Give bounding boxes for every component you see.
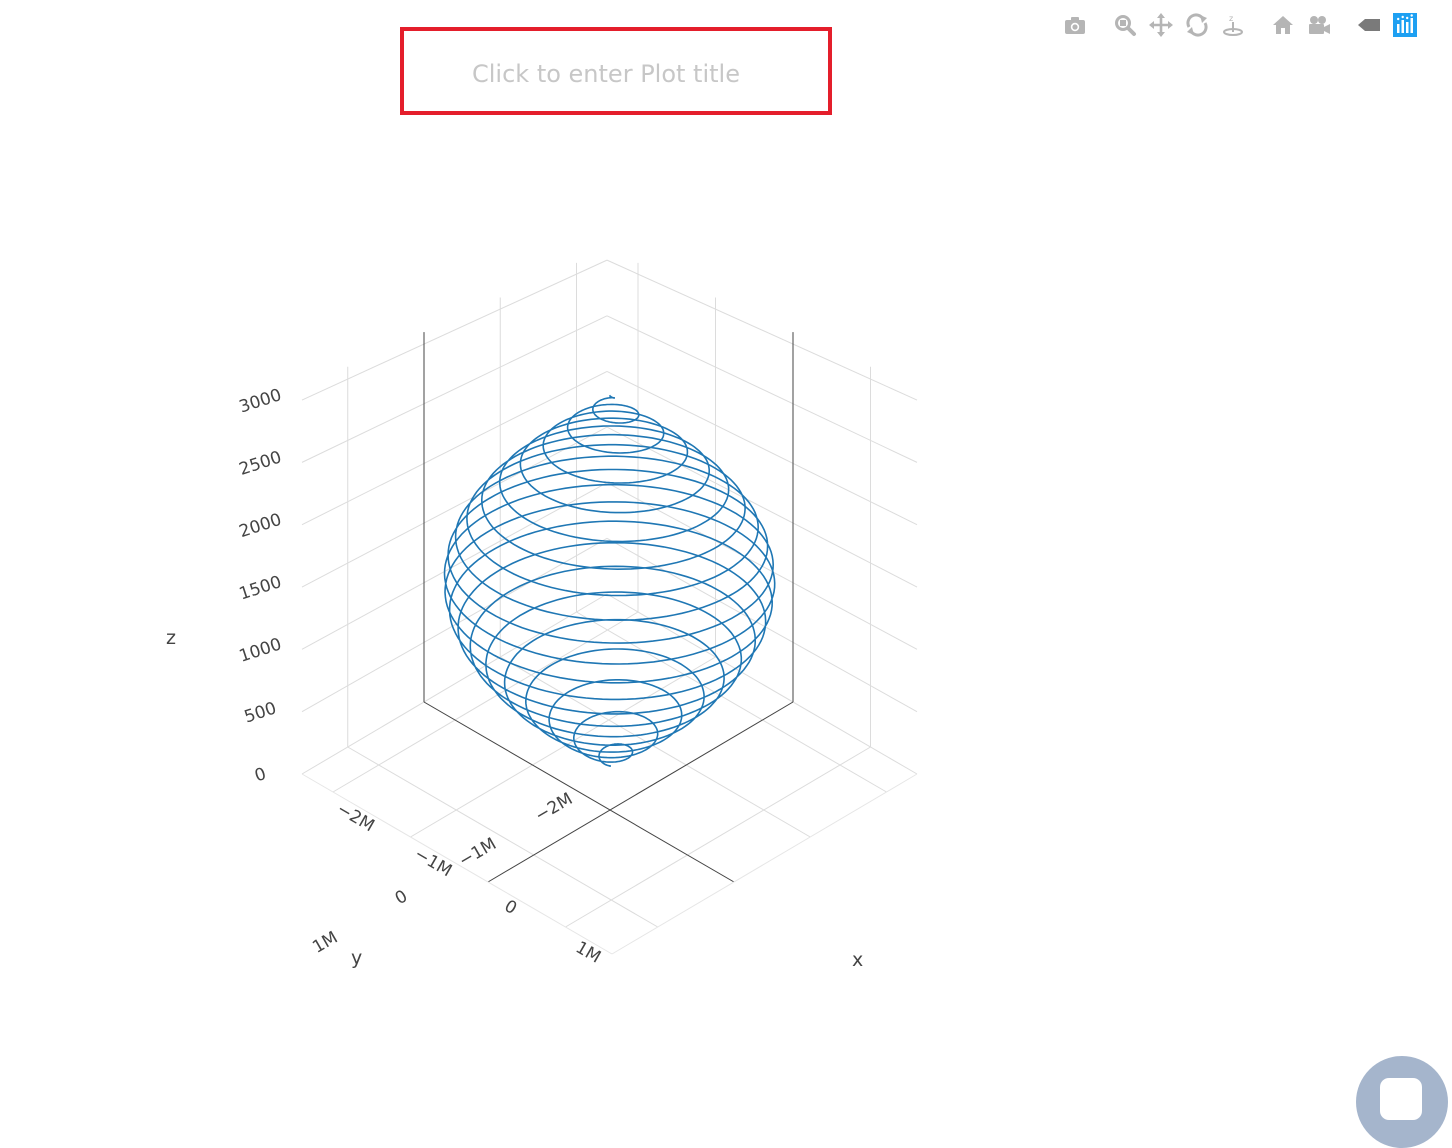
z-tick-label: 1000 (237, 634, 284, 666)
z-tick-label: 0 (252, 764, 268, 786)
z-tick-label: 2000 (237, 510, 284, 542)
turntable-rotation-icon: z (1223, 14, 1243, 36)
y-tick-label: −1M (456, 834, 500, 871)
wall-grid-line (301, 259, 608, 401)
x-tick-label: 1M (572, 938, 604, 968)
hover-toggle-button[interactable] (1354, 10, 1384, 40)
box-edge (611, 773, 918, 955)
tick-labels: −2M−1M01M−2M−1M01M0500100015002000250030… (237, 385, 604, 968)
plotly-logo-button[interactable] (1390, 10, 1420, 40)
plot-title-box[interactable]: Click to enter Plot title (400, 27, 832, 115)
zoom-button[interactable] (1110, 10, 1140, 40)
z-tick-label: 1500 (237, 572, 284, 604)
x-zero-line (487, 701, 794, 883)
y-tick-label: 1M (309, 928, 341, 958)
hover-toggle-icon (1358, 19, 1380, 31)
zoom-icon (1115, 15, 1136, 36)
grid-lines (301, 259, 918, 955)
orbit-rotation-button[interactable] (1182, 10, 1212, 40)
z-axis-label: z (166, 627, 176, 649)
x-axis-label: x (852, 949, 863, 971)
spiral-line (443, 394, 776, 767)
pan-icon (1149, 13, 1173, 37)
turntable-rotation-button[interactable]: z (1218, 10, 1248, 40)
z-tick-label: 3000 (237, 385, 284, 417)
home-button[interactable] (1268, 10, 1298, 40)
pan-button[interactable] (1146, 10, 1176, 40)
z-tick-label: 2500 (237, 447, 284, 479)
home-icon (1273, 16, 1293, 34)
camera-view-button[interactable] (1304, 10, 1334, 40)
x-tick-label: 0 (501, 896, 520, 919)
orbit-rotation-icon (1186, 13, 1208, 37)
spiral-series (443, 394, 776, 767)
plot-3d-scene[interactable]: −2M−1M01M−2M−1M01M0500100015002000250030… (0, 0, 1452, 1104)
svg-text:z: z (1229, 14, 1233, 23)
camera-view-icon (1309, 16, 1330, 34)
y-tick-label: 0 (392, 886, 411, 909)
floor-grid-line (347, 746, 659, 928)
plotly-logo-icon (1393, 13, 1417, 37)
plot-title-placeholder: Click to enter Plot title (472, 60, 740, 88)
wall-grid-line (606, 259, 918, 401)
z-tick-label: 500 (242, 698, 279, 727)
y-axis-label: y (351, 947, 362, 969)
floating-action-button[interactable] (1356, 1056, 1448, 1148)
fab-icon (1380, 1078, 1422, 1120)
y-tick-label: −2M (532, 789, 576, 826)
camera-icon (1065, 17, 1085, 34)
modebar: z (1060, 8, 1426, 42)
camera-button[interactable] (1060, 10, 1090, 40)
